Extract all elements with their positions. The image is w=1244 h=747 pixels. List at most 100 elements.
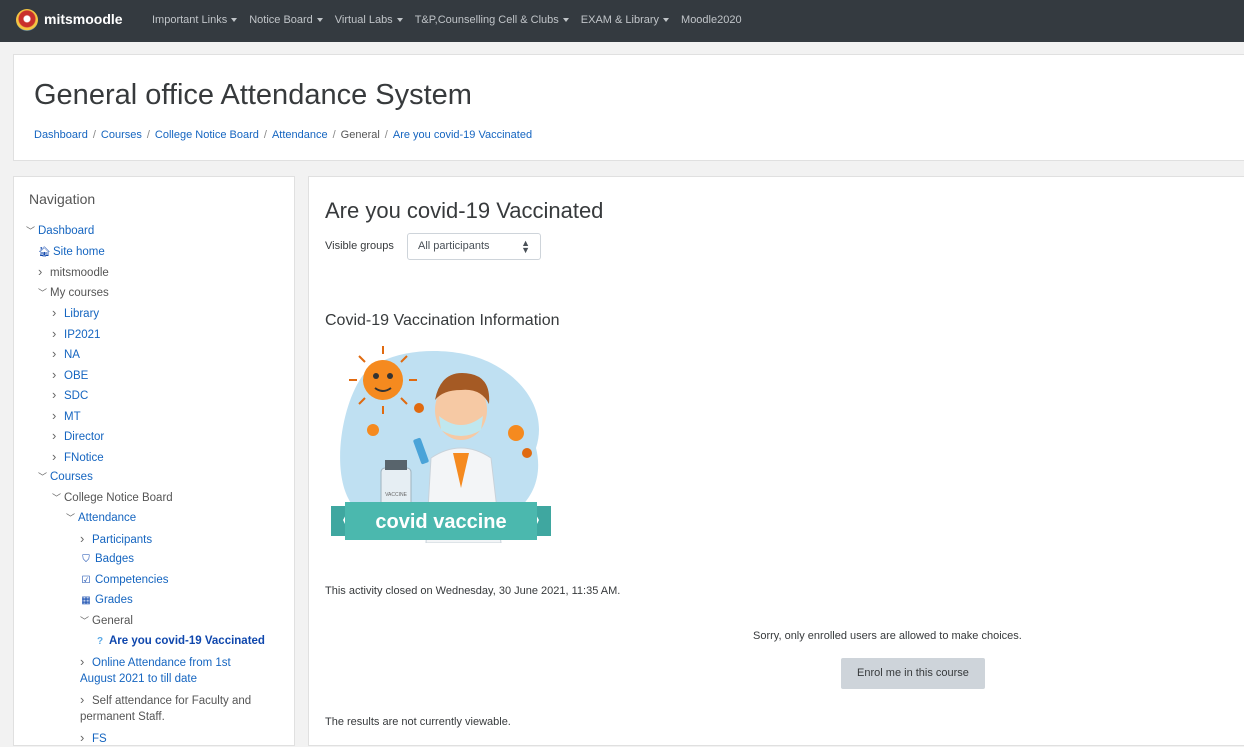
chevron-right-icon[interactable]: › bbox=[52, 408, 64, 424]
top-menu-label: Notice Board bbox=[249, 14, 313, 26]
nav-item[interactable]: › FNotice bbox=[52, 449, 104, 466]
chevron-down-icon[interactable]: ﹀ bbox=[38, 285, 50, 301]
chevron-right-icon[interactable]: › bbox=[38, 264, 50, 280]
breadcrumb-separator: / bbox=[92, 129, 96, 141]
checkbox-icon: ☑ bbox=[81, 574, 91, 586]
chevron-down-icon[interactable]: ﹀ bbox=[52, 490, 64, 506]
nav-item[interactable]: › Self attendance for Faculty and bbox=[80, 692, 251, 709]
chevron-right-icon[interactable]: › bbox=[80, 531, 92, 547]
top-menu-item[interactable]: T&P,Counselling Cell & Clubs bbox=[415, 14, 569, 26]
nav-item[interactable]: ? Are you covid-19 Vaccinated bbox=[94, 633, 265, 650]
top-menu-label: Moodle2020 bbox=[681, 14, 742, 26]
chevron-right-icon[interactable]: › bbox=[80, 654, 92, 670]
enrolled-only-message: Sorry, only enrolled users are allowed t… bbox=[753, 630, 1022, 642]
chevron-right-icon[interactable]: › bbox=[52, 449, 64, 465]
info-heading: Covid-19 Vaccination Information bbox=[325, 312, 560, 329]
top-menu-item[interactable]: Virtual Labs bbox=[335, 14, 403, 26]
caret-down-icon bbox=[562, 18, 569, 23]
nav-item-continued[interactable]: August 2021 to till date bbox=[80, 671, 197, 687]
svg-text:VACCINE: VACCINE bbox=[385, 492, 408, 498]
nav-item-label: Grades bbox=[95, 594, 133, 606]
nav-item[interactable]: ⛉ Badges bbox=[80, 551, 134, 568]
nav-item-label: OBE bbox=[64, 369, 89, 382]
page-title: General office Attendance System bbox=[34, 79, 472, 111]
visible-groups-select[interactable]: All participants ▲ ▼ bbox=[407, 233, 541, 260]
nav-item[interactable]: ﹀ Courses bbox=[38, 469, 93, 485]
nav-item-label: College Notice Board bbox=[64, 491, 173, 504]
chevron-right-icon[interactable]: › bbox=[52, 387, 64, 403]
top-menu-item[interactable]: Notice Board bbox=[249, 14, 323, 26]
nav-item[interactable]: ﹀ College Notice Board bbox=[52, 490, 173, 506]
chevron-right-icon[interactable]: › bbox=[52, 346, 64, 362]
nav-item-label: Library bbox=[64, 308, 100, 320]
nav-item-label: Are you covid-19 Vaccinated bbox=[109, 635, 265, 647]
nav-item[interactable]: ﹀ Attendance bbox=[66, 510, 136, 526]
top-menu: Important Links Notice Board Virtual Labs T… bbox=[152, 14, 754, 26]
site-brand-link[interactable]: mitsmoodle bbox=[44, 11, 123, 27]
nav-item[interactable]: › FS bbox=[80, 730, 107, 747]
nav-item-label: Badges bbox=[95, 553, 135, 565]
chevron-down-icon[interactable]: ﹀ bbox=[66, 510, 78, 526]
breadcrumb-separator: / bbox=[146, 129, 150, 141]
nav-item-label: General bbox=[92, 614, 133, 627]
breadcrumb-separator: / bbox=[332, 129, 336, 141]
chevron-right-icon[interactable]: › bbox=[80, 692, 92, 708]
nav-item[interactable]: › Online Attendance from 1st bbox=[80, 654, 231, 671]
activity-title: Are you covid-19 Vaccinated bbox=[325, 198, 604, 223]
top-menu-label: Virtual Labs bbox=[334, 14, 393, 26]
chevron-right-icon[interactable]: › bbox=[52, 367, 64, 383]
nav-item-continued[interactable]: permanent Staff. bbox=[80, 709, 165, 725]
nav-item-label: FS bbox=[92, 732, 107, 745]
nav-item[interactable]: ▦ Grades bbox=[80, 592, 133, 609]
nav-item[interactable]: › Library bbox=[52, 305, 99, 322]
nav-item-label: IP2021 bbox=[64, 328, 101, 341]
nav-item[interactable]: ﹀ General bbox=[80, 613, 133, 629]
nav-item-label: Self attendance for Faculty and bbox=[92, 694, 252, 707]
nav-item[interactable]: › Director bbox=[52, 428, 104, 445]
covid-vaccine-illustration: VACCINE covid vaccine bbox=[331, 346, 551, 543]
nav-item[interactable]: › MT bbox=[52, 408, 81, 425]
breadcrumb-item[interactable]: Are you covid-19 Vaccinated bbox=[393, 129, 532, 141]
top-navbar: mitsmoodle Important Links Notice Board Vi… bbox=[0, 0, 1244, 42]
breadcrumb-item: General bbox=[340, 129, 380, 141]
caret-down-icon bbox=[396, 18, 403, 23]
nav-item[interactable]: ☑ Competencies bbox=[80, 572, 169, 589]
caret-down-icon bbox=[231, 18, 238, 23]
nav-item[interactable]: › NA bbox=[52, 346, 80, 363]
results-status-text: The results are not currently viewable. bbox=[325, 716, 511, 728]
enrol-button[interactable]: Enrol me in this course bbox=[841, 658, 985, 689]
nav-item[interactable]: ﹀ My courses bbox=[38, 285, 109, 301]
nav-item[interactable]: 🏠︎ Site home bbox=[38, 244, 105, 261]
top-menu-item[interactable]: EXAM & Library bbox=[581, 14, 670, 26]
nav-item[interactable]: › mitsmoodle bbox=[38, 264, 109, 281]
top-menu-item[interactable]: Moodle2020 bbox=[681, 14, 742, 26]
chevron-down-icon[interactable]: ﹀ bbox=[38, 469, 50, 485]
nav-item[interactable]: › Participants bbox=[80, 531, 152, 548]
breadcrumb-item[interactable]: College Notice Board bbox=[155, 129, 259, 141]
top-menu-item[interactable]: Important Links bbox=[152, 14, 238, 26]
breadcrumb-item[interactable]: Attendance bbox=[272, 129, 328, 141]
chevron-right-icon[interactable]: › bbox=[52, 428, 64, 444]
page-header: General office Attendance System Dashboa… bbox=[13, 54, 1244, 161]
breadcrumb-separator: / bbox=[384, 129, 388, 141]
top-menu-label: T&P,Counselling Cell & Clubs bbox=[414, 14, 559, 26]
shield-icon: ⛉ bbox=[82, 554, 90, 565]
nav-item[interactable]: › SDC bbox=[52, 387, 88, 404]
chevron-right-icon[interactable]: › bbox=[80, 730, 92, 746]
breadcrumb-item[interactable]: Dashboard bbox=[34, 129, 88, 141]
nav-item-label: Participants bbox=[92, 533, 153, 546]
site-logo-icon[interactable] bbox=[16, 9, 38, 31]
nav-item-label: Attendance bbox=[78, 512, 137, 524]
nav-item-label: NA bbox=[64, 349, 80, 361]
chevron-right-icon[interactable]: › bbox=[52, 326, 64, 342]
navigation-block: Navigation ﹀ Dashboard 🏠︎ Site home › mitsmoo… bbox=[13, 176, 295, 746]
nav-item[interactable]: › IP2021 bbox=[52, 326, 100, 343]
chevron-down-icon[interactable]: ﹀ bbox=[26, 223, 38, 239]
nav-item[interactable]: ﹀ Dashboard bbox=[26, 223, 94, 239]
chevron-right-icon[interactable]: › bbox=[52, 305, 64, 321]
nav-item-label: August 2021 to till date bbox=[80, 673, 197, 685]
chevron-down-icon[interactable]: ﹀ bbox=[80, 613, 92, 629]
breadcrumb: Dashboard / Courses / College Notice Board / A… bbox=[34, 129, 532, 141]
breadcrumb-item[interactable]: Courses bbox=[101, 129, 142, 141]
nav-item[interactable]: › OBE bbox=[52, 367, 88, 384]
